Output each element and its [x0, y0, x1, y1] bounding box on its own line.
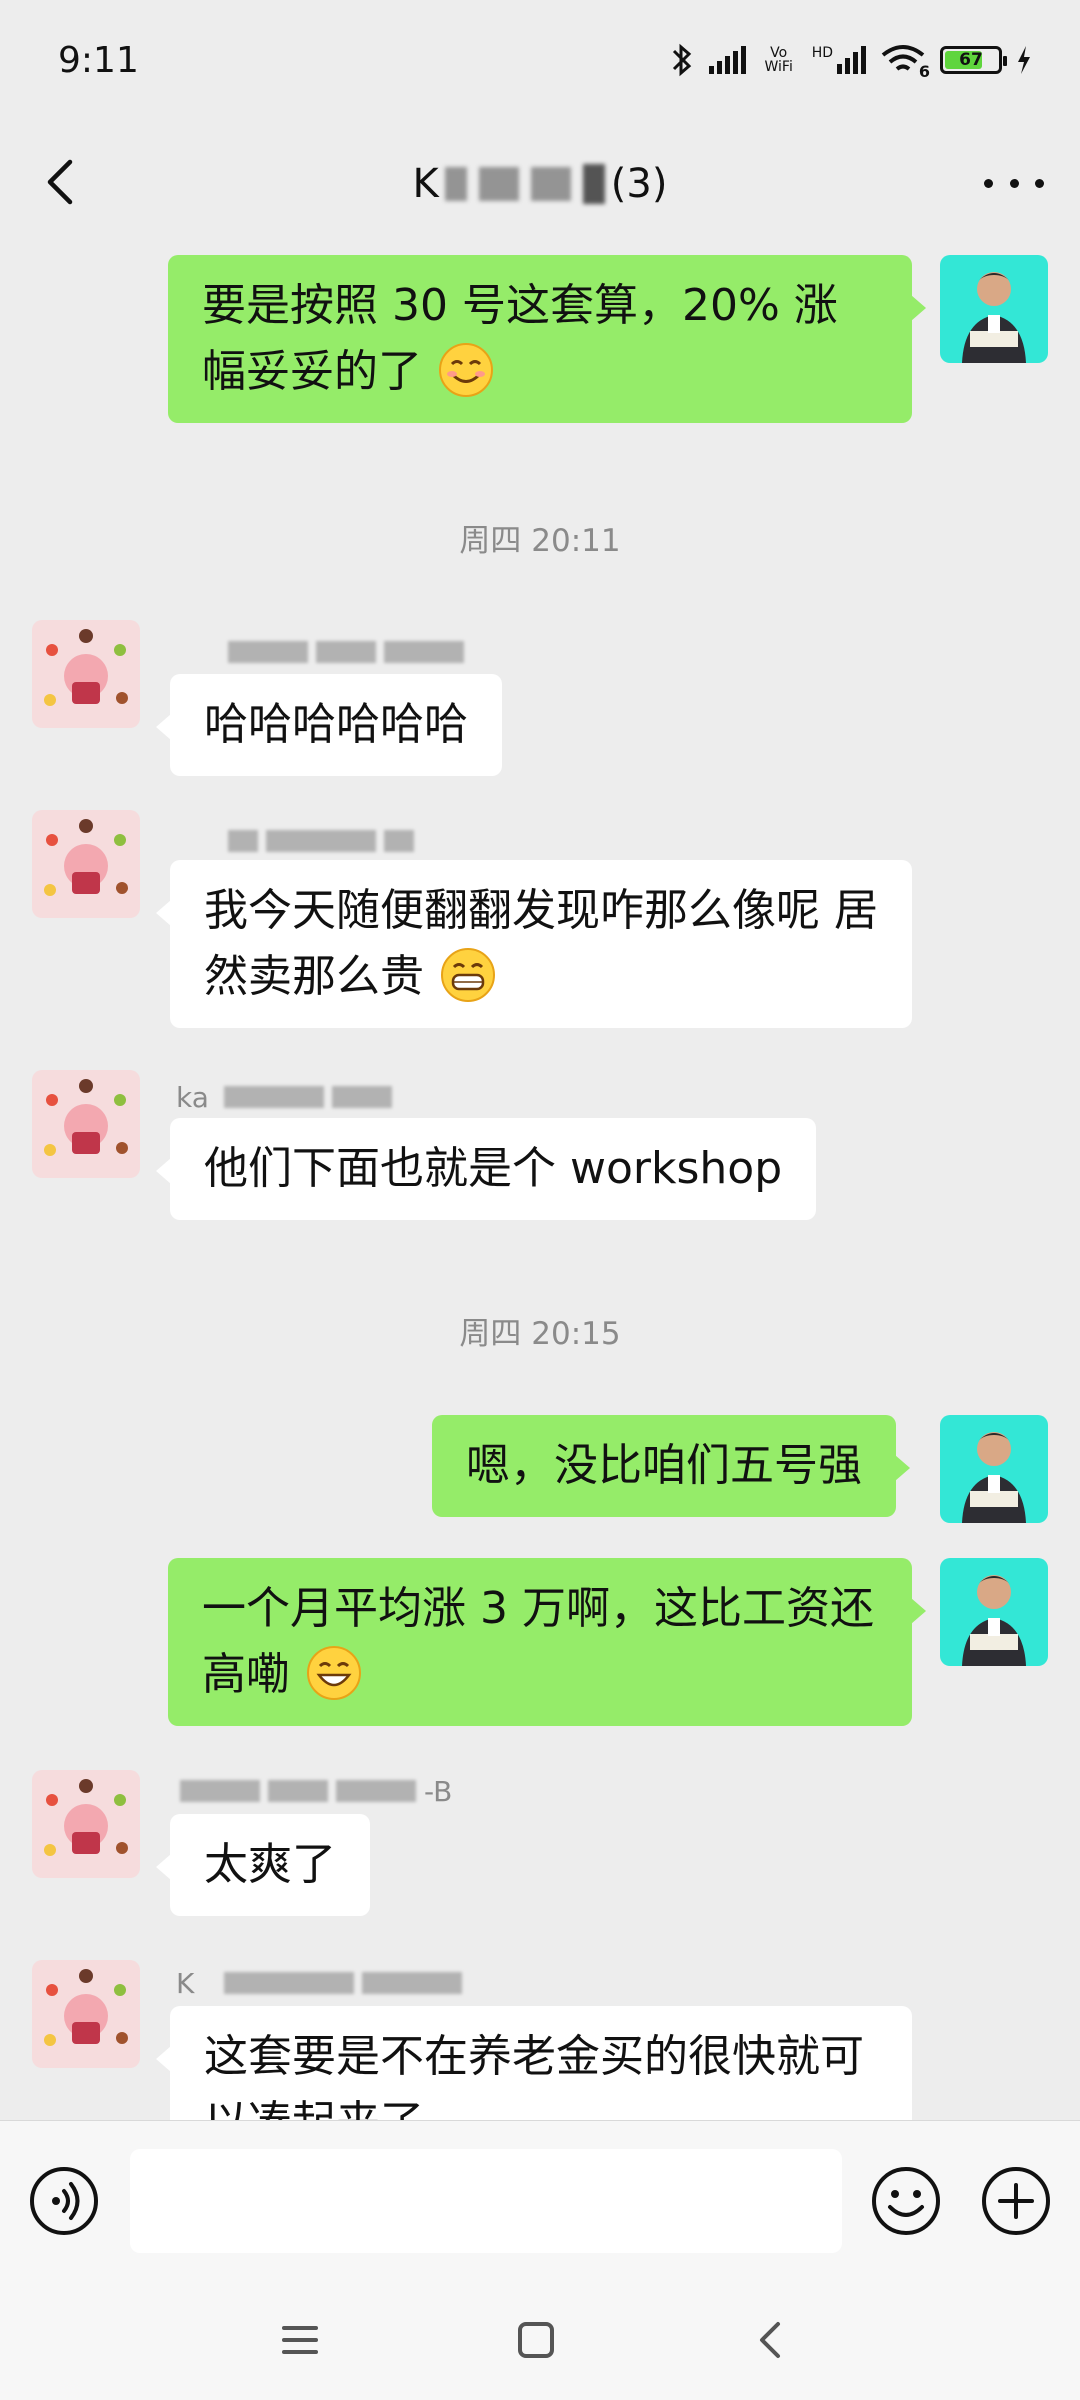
message-bubble[interactable]: 这套要是不在养老金买的很快就可以凑起来了 [156, 2006, 912, 2120]
redacted-block [268, 1780, 328, 1802]
avatar-other[interactable] [32, 1960, 140, 2068]
status-icons: Vo WiFi HD 6 67 [669, 40, 1032, 81]
plus-button[interactable] [980, 2165, 1052, 2237]
chat-header: K (3) [0, 130, 1080, 240]
back-button[interactable] [36, 152, 96, 212]
bluetooth-icon [672, 43, 691, 77]
redacted-block [384, 641, 464, 663]
home-button[interactable] [506, 2310, 566, 2370]
voice-button[interactable] [28, 2165, 100, 2237]
redacted-block [224, 1086, 324, 1108]
message-text: 他们下面也就是个 workshop [204, 1143, 783, 1194]
avatar-me[interactable] [940, 1558, 1048, 1666]
sender-name: ka [176, 1080, 392, 1114]
member-count: (3) [610, 161, 668, 207]
plus-icon [982, 2167, 1050, 2235]
message-bubble[interactable]: 嗯，没比咱们五号强 [432, 1415, 910, 1517]
avatar-other[interactable] [32, 620, 140, 728]
avatar-me[interactable] [940, 255, 1048, 363]
hd-signal: HD [812, 46, 866, 74]
avatar-other[interactable] [32, 1770, 140, 1878]
message-bubble[interactable]: 要是按照 30 号这套算，20% 涨幅妥妥的了 [168, 255, 926, 423]
avatar-other[interactable] [32, 1070, 140, 1178]
chat-title: K (3) [340, 156, 740, 212]
status-bar: 9:11 Vo WiFi HD 6 67 [0, 0, 1080, 130]
message-input[interactable] [130, 2149, 842, 2253]
sender-name [180, 824, 414, 858]
redacted-block [266, 830, 376, 852]
back-nav-icon [760, 2322, 780, 2358]
battery-level: 67 [959, 50, 983, 70]
status-time: 9:11 [58, 40, 139, 81]
sender-name-visible: K [176, 1966, 195, 2000]
redacted-block [384, 830, 414, 852]
message-text: 这套要是不在养老金买的很快就可以凑起来了 [204, 2031, 864, 2120]
sender-name: -B [180, 1774, 452, 1808]
redacted-block [180, 1780, 260, 1802]
menu-icon [282, 2326, 318, 2354]
message-bubble[interactable]: 哈哈哈哈哈哈 [156, 674, 502, 776]
message-text: 太爽了 [204, 1839, 336, 1890]
signal-icon [708, 46, 746, 74]
redacted-block [336, 1780, 416, 1802]
redacted-block [228, 830, 258, 852]
message-text: 哈哈哈哈哈哈 [204, 699, 468, 750]
smile-emoji-icon [439, 343, 493, 397]
redacted-block [224, 1972, 354, 1994]
signal-icon [837, 46, 866, 74]
sender-name-visible: ka [176, 1080, 209, 1114]
volte-wifi-label: Vo WiFi [764, 45, 793, 75]
message-bubble[interactable]: 他们下面也就是个 workshop [155, 1118, 817, 1220]
wifi-icon: 6 [880, 43, 930, 81]
redacted-block [316, 641, 376, 663]
laugh-emoji-icon [307, 1646, 361, 1700]
redacted-block [228, 641, 308, 663]
sender-name [180, 635, 464, 669]
grin-emoji-icon [441, 948, 495, 1002]
voice-icon [30, 2167, 98, 2235]
message-bubble[interactable]: 我今天随便翻翻发现咋那么像呢 居然卖那么贵 [156, 860, 912, 1028]
title-prefix: K [412, 161, 439, 207]
recent-apps-button[interactable] [270, 2310, 330, 2370]
charging-icon [1018, 46, 1030, 74]
redacted-block [444, 167, 467, 201]
redacted-block [582, 164, 605, 204]
redacted-block [362, 1972, 462, 1994]
message-text: 一个月平均涨 3 万啊，这比工资还高嘞 [202, 1583, 874, 1700]
back-icon [47, 159, 73, 205]
message-list[interactable]: 要是按照 30 号这套算，20% 涨幅妥妥的了 周四 20:11 哈哈哈哈哈哈 [0, 240, 1080, 2120]
avatar-me[interactable] [940, 1415, 1048, 1523]
sender-name-visible: -B [424, 1774, 453, 1808]
timestamp: 周四 20:15 [459, 1316, 621, 1352]
message-bubble[interactable]: 一个月平均涨 3 万啊，这比工资还高嘞 [168, 1558, 926, 1726]
sender-name: K [176, 1966, 462, 2000]
home-icon [518, 2322, 554, 2358]
input-bar [0, 2120, 1080, 2280]
more-icon [984, 178, 993, 188]
wifi-label: 6 [918, 62, 930, 81]
hd-label: HD [811, 45, 833, 61]
redacted-block [332, 1086, 392, 1108]
timestamp: 周四 20:11 [459, 523, 621, 559]
message-text: 嗯，没比咱们五号强 [466, 1440, 862, 1491]
battery-icon: 67 [940, 46, 1007, 74]
more-button[interactable] [984, 168, 1044, 198]
avatar-other[interactable] [32, 810, 140, 918]
message-text: 要是按照 30 号这套算，20% 涨幅妥妥的了 [202, 280, 838, 397]
redacted-block [478, 167, 519, 201]
redacted-block [530, 167, 571, 201]
message-text: 我今天随便翻翻发现咋那么像呢 居然卖那么贵 [204, 885, 878, 1002]
emoji-button[interactable] [870, 2165, 942, 2237]
message-bubble[interactable]: 太爽了 [156, 1814, 370, 1916]
system-navigation-bar [0, 2280, 1080, 2400]
system-back-button[interactable] [742, 2310, 802, 2370]
emoji-icon [872, 2167, 940, 2235]
